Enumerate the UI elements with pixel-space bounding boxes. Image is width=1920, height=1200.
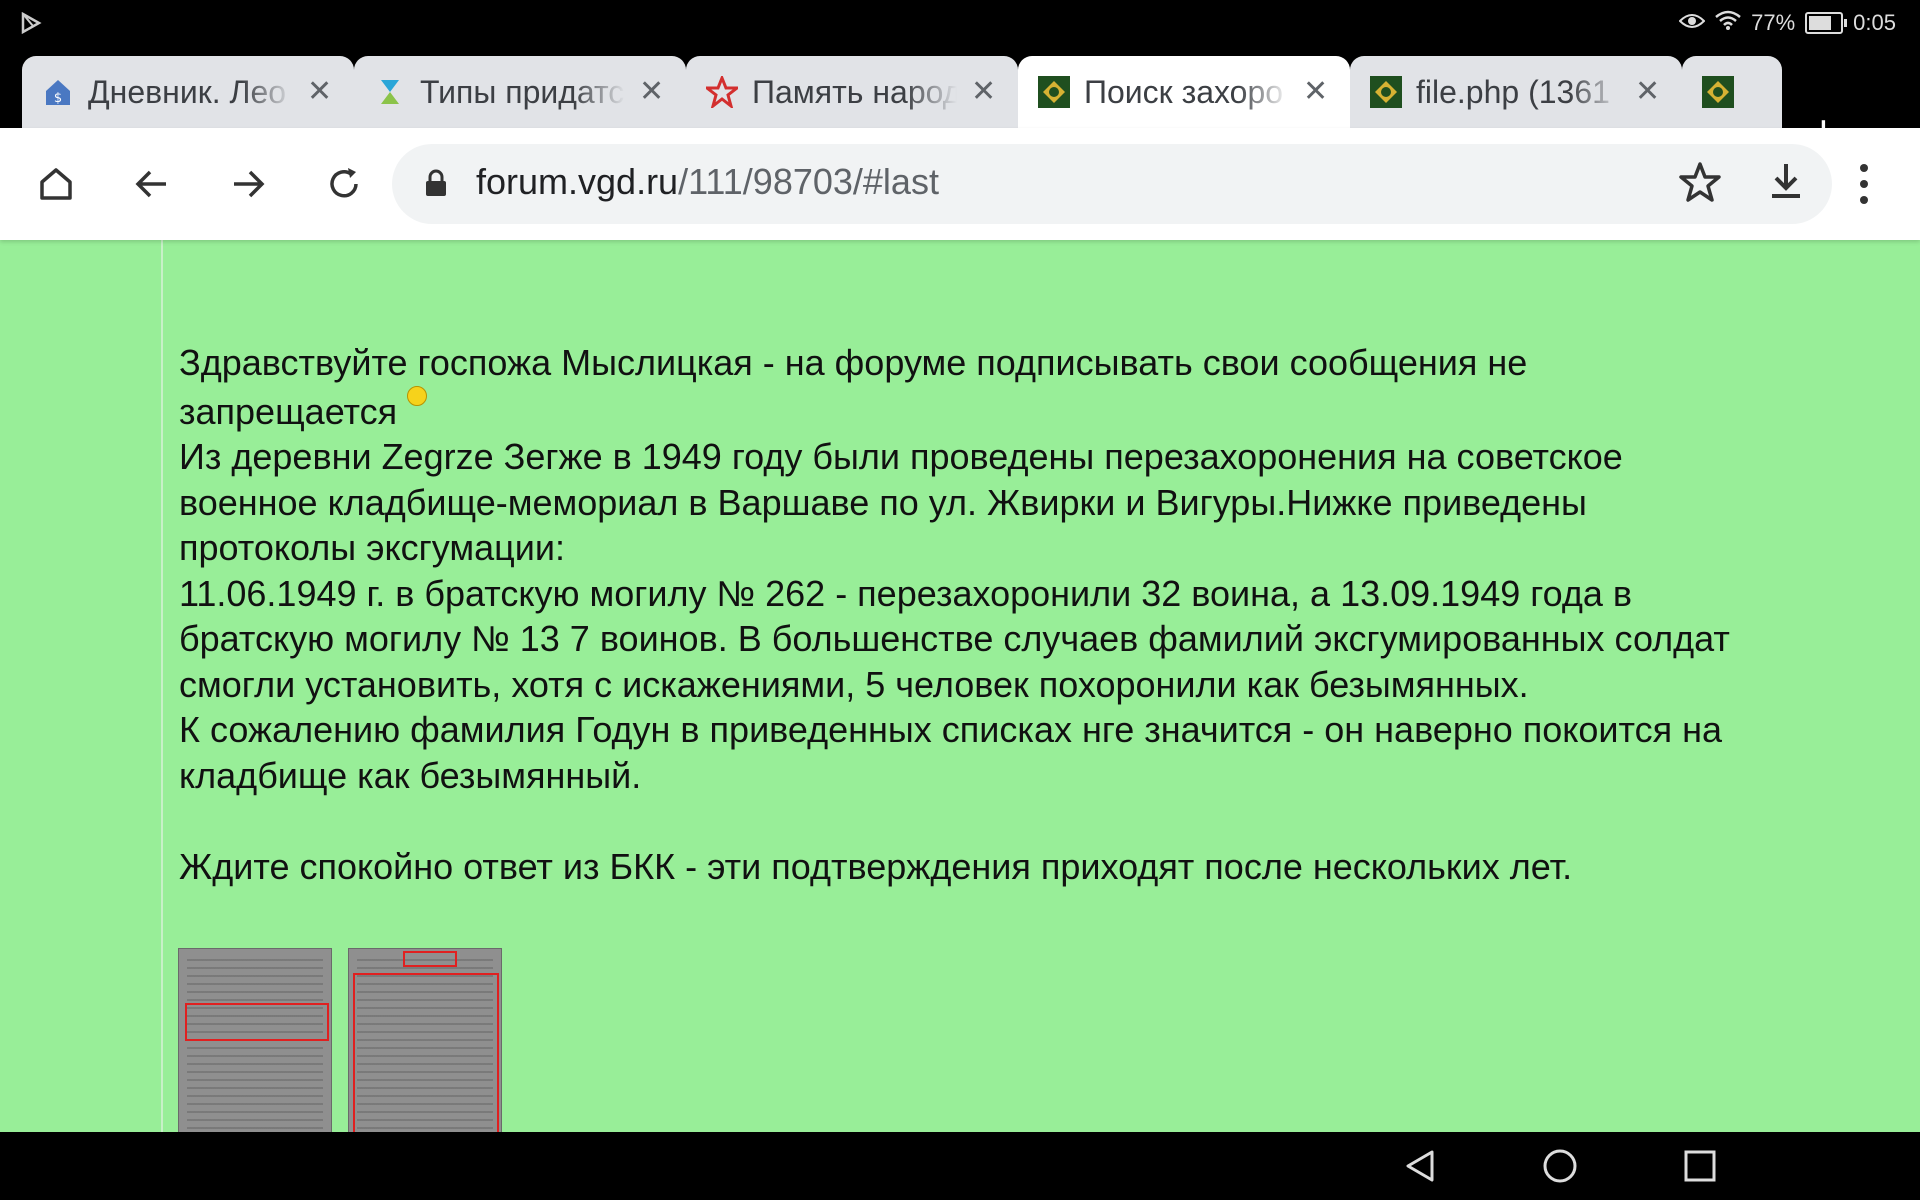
post-line: военное кладбище-мемориал в Варшаве по у… [179,481,1587,523]
tab-strip: $ Дневник. Лео ✕ Типы придатс ✕ Память н… [0,48,1920,154]
svg-text:$: $ [54,91,62,106]
back-arrow-icon [135,170,166,198]
smiley-icon [407,385,428,406]
forward-button[interactable] [220,156,276,212]
tab-title: Дневник. Лео [88,73,287,110]
play-store-icon [20,11,42,39]
post-line: Здравствуйте госпожа Мыслицкая - на фору… [179,342,1528,383]
attachment-thumbnail[interactable] [178,948,332,1132]
reload-icon [330,168,358,198]
forward-arrow-icon [234,170,265,198]
reload-button[interactable] [316,156,372,212]
forum-post: Здравствуйте госпожа Мыслицкая - на фору… [179,340,1899,889]
tab-poisk[interactable]: Поиск захоро ✕ [1018,56,1350,128]
attachment-thumbnail[interactable] [348,948,502,1132]
status-bar: 77% 0:05 [0,0,1920,48]
post-line: Ждите спокойно ответ из БКК - эти подтве… [179,845,1573,887]
close-icon[interactable]: ✕ [1303,77,1328,107]
vgd-favicon-icon [1038,76,1070,108]
address-bar[interactable]: forum.vgd.ru/111/98703/#last [392,144,1832,224]
close-icon[interactable]: ✕ [971,77,996,107]
tab-title: Память народ [752,73,957,110]
home-icon [40,168,72,200]
close-icon[interactable]: ✕ [1635,77,1660,107]
url-text[interactable]: forum.vgd.ru/111/98703/#last [476,161,939,203]
back-button[interactable] [124,156,180,212]
web-page-content: Здравствуйте госпожа Мыслицкая - на фору… [0,240,1920,1132]
clock: 0:05 [1853,10,1896,35]
tab-title: Поиск захоро [1084,73,1284,110]
url-path: /111/98703/#last [678,161,939,202]
download-icon[interactable] [1762,158,1810,211]
vgd-favicon-icon [1702,76,1734,108]
post-border [161,240,163,1132]
post-line: 11.06.1949 г. в братскую могилу № 262 - … [179,572,1632,614]
attachments [178,948,502,1132]
close-icon[interactable]: ✕ [307,77,332,107]
home-button[interactable] [28,156,84,212]
post-line: кладбище как безымянный. [179,754,642,796]
post-line: братскую могилу № 13 7 воинов. В большен… [179,618,1730,659]
tab-dnevnik[interactable]: $ Дневник. Лео ✕ [22,56,354,128]
post-line: смогли установить, хотя с искажениями, 5… [179,663,1529,705]
tab-pamyat[interactable]: Память народ ✕ [686,56,1018,128]
hourglass-favicon-icon [374,76,406,108]
tab-file-php[interactable]: file.php (1361 ✕ [1350,56,1682,128]
post-line: запрещается [179,390,398,432]
post-line: Из деревни Zegrze Зегже в 1949 году были… [179,436,1623,477]
android-nav-bar [0,1132,1920,1200]
post-line: протоколы эксгумации: [179,527,565,568]
house-favicon-icon: $ [42,76,74,108]
tab-title: Типы придатс [420,73,625,110]
post-line: К сожалению фамилия Годун в приведенных … [179,709,1723,750]
nav-recents-icon[interactable] [1680,1146,1720,1186]
nav-back-icon[interactable] [1400,1146,1440,1186]
browser-toolbar: forum.vgd.ru/111/98703/#last [0,128,1920,240]
tab-tipy[interactable]: Типы придатс ✕ [354,56,686,128]
tab-vgd[interactable] [1682,56,1782,128]
lock-icon[interactable] [424,168,448,203]
red-star-favicon-icon [706,76,738,108]
close-icon[interactable]: ✕ [639,77,664,107]
tab-title: file.php (1361 [1416,73,1610,110]
menu-kebab-icon[interactable] [1854,156,1874,217]
battery-icon [1805,12,1848,34]
bookmark-star-icon[interactable] [1676,158,1724,211]
wifi-icon [1715,10,1741,36]
vgd-favicon-icon [1370,76,1402,108]
url-host: forum.vgd.ru [476,161,679,202]
battery-percent: 77% [1751,10,1796,35]
nav-home-icon[interactable] [1540,1146,1580,1186]
eye-icon [1678,10,1706,36]
